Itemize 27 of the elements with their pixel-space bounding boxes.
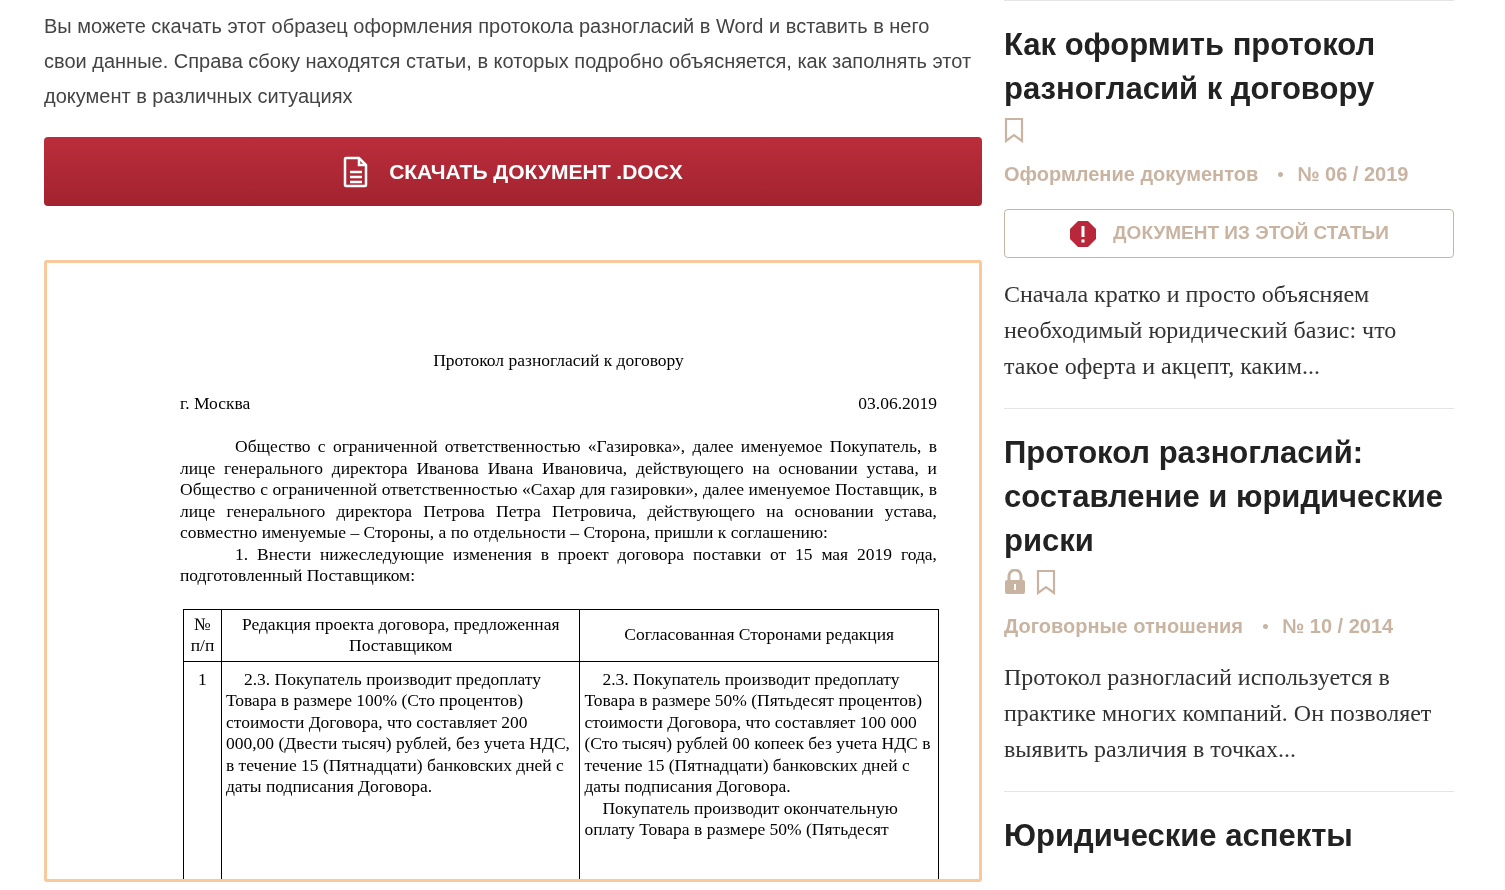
article-title: Протокол разногласий: составление и юридические риски	[1004, 435, 1443, 558]
document-paragraph: Общество с ограниченной ответственностью «Газировка», далее именуемое Покупатель, в лице генерального директора Иванова Ивана Ивановича, действующего на основании устава, и Общество с ограниченной ответственностью «Сахар для газировки», далее именуемое Поставщик, в лице генерального директора Петрова Петра Петровича, действующего на основании устава, совместно именуемые – Стороны, а по отдельности – Сторона, пришли к соглашению:	[180, 436, 937, 544]
issue-number: № 06 / 2019	[1297, 162, 1409, 187]
cell-paragraph: 2.3. Покупатель производит предоплату Товара в размере 50% (Пятьдесят процентов) стоимости Договора, что составляет 100 000 (Сто тысяч) рублей 00 копеек без учета НДС в течение 15 (Пятнадцати) банковских дней с даты подписания Договора.	[584, 668, 932, 798]
article-excerpt: Протокол разногласий используется в практике многих компаний. Он позволяет выявить различия в точках...	[1004, 663, 1433, 764]
document-city: г. Москва	[180, 392, 251, 414]
intro-text: Вы можете скачать этот образец оформления протокола разногласий в Word и вставить в него свои данные. Справа сбоку находятся статьи, в которых подробно объясняется, как заполнять этот документ в различных ситуациях	[44, 14, 973, 109]
document-paragraph: 1. Внести нижеследующие изменения в проект договора поставки от 15 мая 2019 года, подготовленный Поставщиком:	[180, 543, 937, 587]
bookmark-icon[interactable]	[1004, 117, 1024, 143]
document-date: 03.06.2019	[858, 392, 937, 414]
document-title: Протокол разногласий к договору	[432, 350, 685, 372]
cell-paragraph: 1	[197, 668, 208, 690]
article-category: Оформление документов	[1004, 162, 1259, 187]
column-header: Согласованная Сторонами редакция	[579, 609, 939, 661]
article-title: Юридические аспекты	[1004, 818, 1353, 853]
column-header: Редакция проекта договора, предложенная Поставщиком	[221, 609, 580, 661]
cell-paragraph: Покупатель производит окончательную оплату Товара в размере 50% (Пятьдесят	[584, 797, 899, 841]
warning-icon	[1069, 219, 1098, 248]
article-title: Как оформить протокол разногласий к договору	[1004, 27, 1376, 106]
cell-paragraph: 2.3. Покупатель производит предоплату Товара в размере 100% (Сто процентов) стоимости Договора, что составляет 200 000,00 (Двести тысяч) рублей, без учета НДС, в течение 15 (Пятнадцати) банковских дней с даты подписания Договора.	[225, 668, 571, 798]
download-button[interactable]: СКАЧАТЬ ДОКУМЕНТ .DOCX	[44, 137, 982, 206]
document-icon	[343, 155, 370, 188]
bookmark-icon[interactable]	[1036, 569, 1056, 595]
column-header: № п/п	[183, 609, 222, 661]
issue-number: № 10 / 2014	[1281, 614, 1394, 639]
article-category: Договорные отношения	[1004, 614, 1243, 639]
article-excerpt: Сначала кратко и просто объясняем необходимый юридический базис: что такое оферта и акцепт, каким...	[1004, 280, 1398, 381]
